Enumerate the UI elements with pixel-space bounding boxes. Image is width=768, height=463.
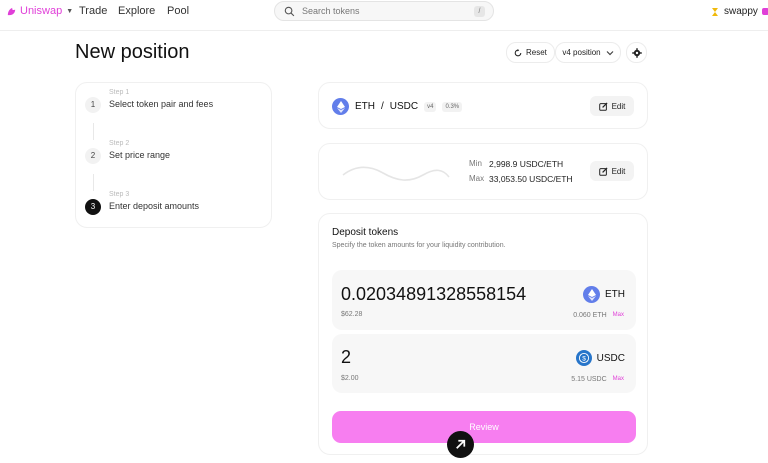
token0-symbol: ETH	[355, 101, 375, 112]
edit-label: Edit	[611, 166, 626, 176]
min-label: Min	[469, 159, 482, 168]
usdc-balance-row: 5.15 USDC Max	[571, 376, 624, 383]
refresh-icon	[514, 48, 522, 56]
eth-max-button[interactable]: Max	[613, 312, 624, 319]
pair-separator: /	[381, 101, 384, 112]
nav-explore[interactable]: Explore	[118, 5, 155, 17]
unicorn-logo-icon	[7, 7, 16, 15]
step-title: Select token pair and fees	[109, 99, 214, 109]
search-icon	[284, 6, 295, 17]
step-number: 2	[85, 148, 101, 164]
usdc-token-selector[interactable]: $ USDC	[575, 350, 625, 366]
reset-button[interactable]: Reset	[506, 42, 555, 63]
edit-label: Edit	[611, 101, 626, 111]
token1-symbol: USDC	[389, 101, 419, 112]
deposit-card: Deposit tokens Specify the token amounts…	[318, 213, 648, 455]
deposit-subtitle: Specify the token amounts for your liqui…	[332, 242, 506, 249]
review-label: Review	[469, 422, 499, 432]
review-button[interactable]: Review	[332, 411, 636, 443]
step-title: Set price range	[109, 150, 171, 160]
step-label: Step 2	[109, 140, 130, 147]
chevron-down-icon	[606, 50, 614, 55]
search-placeholder: Search tokens	[302, 6, 360, 16]
step-connector	[93, 123, 94, 140]
gear-icon	[631, 47, 642, 58]
pair-card: ETH / USDC v4 0.3% Edit	[318, 82, 648, 129]
step-number: 3	[85, 199, 101, 215]
search-input[interactable]: Search tokens /	[274, 1, 494, 21]
brand-name: Uniswap	[20, 5, 63, 17]
version-dropdown[interactable]: v4 position	[555, 42, 621, 63]
price-range-wave-chart	[342, 166, 450, 181]
usdc-max-button[interactable]: Max	[613, 376, 624, 383]
reset-label: Reset	[526, 48, 547, 57]
edit-pair-button[interactable]: Edit	[590, 96, 634, 116]
max-price-row: Max 33,053.50 USDC/ETH	[469, 174, 573, 184]
min-value: 2,998.9 USDC/ETH	[489, 159, 564, 169]
step-title: Enter deposit amounts	[109, 201, 200, 211]
deposit-title: Deposit tokens	[332, 227, 399, 238]
chevron-down-icon: ▼	[66, 7, 74, 15]
version-label: v4 position	[562, 48, 601, 57]
eth-token-selector[interactable]: ETH	[583, 286, 625, 303]
usdc-amount-input[interactable]: 2	[341, 347, 351, 368]
steps-panel: 1 Step 1 Select token pair and fees 2 St…	[75, 82, 272, 228]
account-button[interactable]: swappy	[710, 6, 768, 17]
usdc-amount-box: 2 $2.00 $ USDC 5.15 USDC Max	[332, 334, 636, 393]
search-shortcut: /	[474, 6, 485, 17]
eth-usd-value: $62.28	[341, 311, 363, 318]
eth-balance: 0.060 ETH	[573, 312, 607, 319]
settings-button[interactable]	[626, 42, 647, 63]
step-number: 1	[85, 97, 101, 113]
usdc-token-icon: $	[575, 350, 592, 366]
eth-balance-row: 0.060 ETH Max	[573, 312, 624, 319]
eth-amount-box: 0.02034891328558154 $62.28 ETH 0.060 ETH…	[332, 270, 636, 330]
svg-text:$: $	[582, 355, 586, 362]
hourglass-avatar-icon	[712, 7, 718, 16]
brand-menu[interactable]: Uniswap ▼	[6, 5, 73, 17]
eth-amount-input[interactable]: 0.02034891328558154	[341, 284, 526, 305]
min-price-row: Min 2,998.9 USDC/ETH	[469, 159, 563, 169]
fee-tag: 0.3%	[442, 101, 463, 112]
max-label: Max	[469, 174, 485, 183]
usdc-symbol: USDC	[596, 352, 625, 364]
wallet-badge-icon	[761, 8, 768, 15]
account-name: swappy	[724, 6, 758, 17]
step-label: Step 3	[109, 191, 130, 198]
edit-icon	[598, 166, 608, 176]
usdc-usd-value: $2.00	[341, 375, 359, 382]
token-pair: ETH / USDC v4 0.3%	[332, 98, 463, 115]
step-connector	[93, 174, 94, 191]
page-title: New position	[75, 41, 190, 63]
top-nav: Uniswap ▼ Trade Explore Pool Search toke…	[0, 0, 768, 31]
step-label: Step 1	[109, 89, 130, 96]
edit-icon	[598, 101, 608, 111]
eth-token-icon	[583, 286, 600, 303]
eth-token-icon	[332, 98, 349, 115]
eth-symbol: ETH	[605, 289, 625, 300]
arrow-up-right-icon	[447, 431, 474, 458]
version-tag: v4	[424, 101, 437, 112]
nav-trade[interactable]: Trade	[79, 5, 107, 17]
usdc-balance: 5.15 USDC	[571, 376, 607, 383]
price-range-card: Min 2,998.9 USDC/ETH Max 33,053.50 USDC/…	[318, 143, 648, 200]
max-value: 33,053.50 USDC/ETH	[489, 174, 573, 184]
nav-pool[interactable]: Pool	[167, 5, 189, 17]
edit-range-button[interactable]: Edit	[590, 161, 634, 181]
